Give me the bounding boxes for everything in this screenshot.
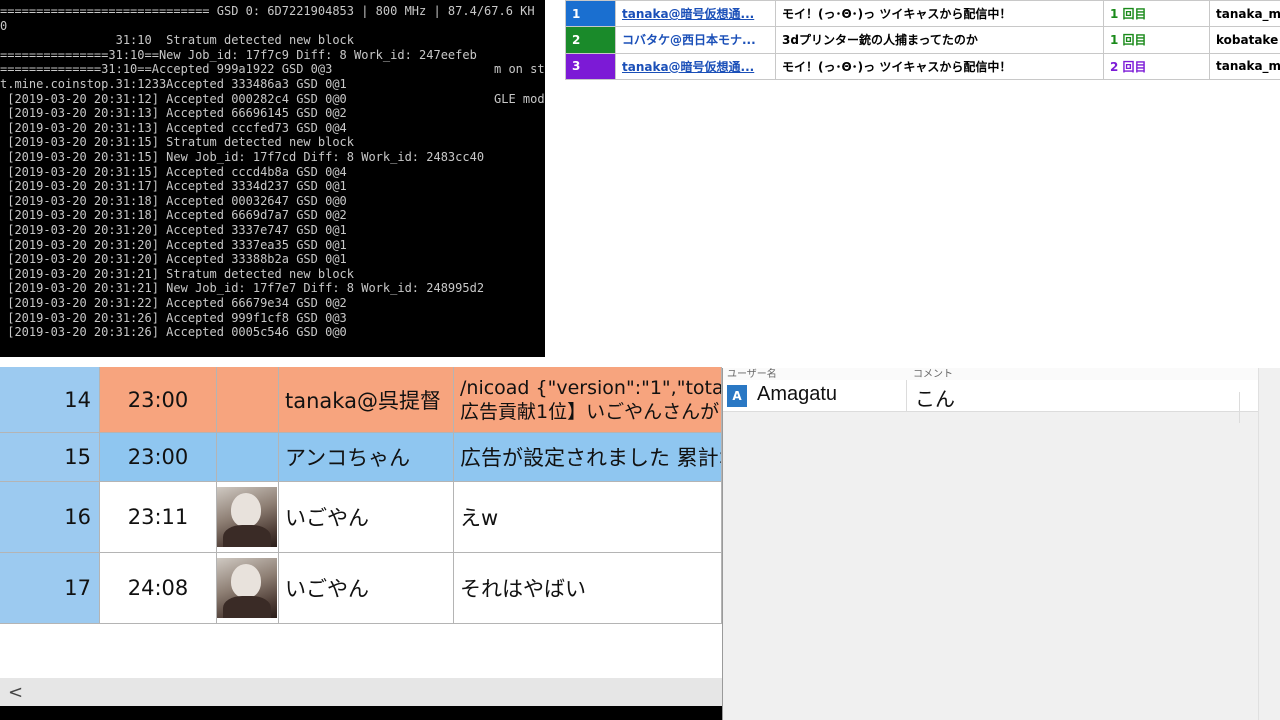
comment-time: 24:08	[100, 553, 217, 624]
comment-list-header	[0, 357, 722, 367]
console-line: [2019-03-20 20:31:22] Accepted 66679e34 …	[0, 296, 347, 310]
comment-user-name: tanaka@呉提督	[279, 367, 454, 433]
vertical-scrollbar[interactable]	[1258, 368, 1279, 720]
ranking-row[interactable]: 3 tanaka@暗号仮想通... モイ！(っ･Θ･)っ ツイキャスから配信中！ 2 …	[565, 52, 1280, 81]
rank-user-cell: tanaka@暗号仮想通...	[615, 52, 776, 81]
comment-text: 広告が設定されました 累計ポ	[454, 433, 722, 482]
rank-number: 2	[565, 26, 616, 54]
rank-user-cell: tanaka@暗号仮想通...	[615, 0, 776, 28]
comment-time: 23:00	[100, 433, 217, 482]
comment-row[interactable]: 16 23:11 いごやん えw	[0, 482, 722, 553]
console-line: [2019-03-20 20:31:15] Accepted cccd4b8a …	[0, 164, 347, 179]
scroll-left-icon[interactable]: <	[8, 682, 23, 703]
console-line: [2019-03-20 20:31:13] Accepted cccfed73 …	[0, 120, 347, 135]
comment-number: 16	[0, 482, 100, 553]
console-line: [2019-03-20 20:31:26] Accepted 999f1cf8 …	[0, 310, 347, 325]
console-line: [2019-03-20 20:31:20] Accepted 3337ea35 …	[0, 237, 347, 252]
user-badge-icon: A	[727, 385, 747, 407]
rank-user-link[interactable]: tanaka@暗号仮想通...	[622, 7, 754, 21]
comment-text: えw	[454, 482, 722, 553]
rank-user-name: コバタケ@西日本モナ...	[622, 33, 756, 48]
mining-console: ============================= GSD 0: 6D7…	[0, 0, 545, 357]
ranking-row[interactable]: 1 tanaka@暗号仮想通... モイ！(っ･Θ･)っ ツイキャスから配信中！ 1 …	[565, 0, 1280, 28]
console-line: ==============31:10==Accepted 999a1922 G…	[0, 62, 333, 77]
comment-row[interactable]: 15 23:00 アンコちゃん 広告が設定されました 累計ポ	[0, 433, 722, 482]
console-line: 31:10 Stratum detected new block	[0, 33, 355, 48]
comment-text: それはやばい	[454, 553, 722, 624]
ranking-background	[545, 80, 1280, 368]
column-divider	[906, 380, 907, 411]
comment-time: 23:00	[100, 367, 217, 433]
rank-broadcast-title: モイ！(っ･Θ･)っ ツイキャスから配信中！	[775, 52, 1104, 81]
ranking-row[interactable]: 2 コバタケ@西日本モナ... 3dプリンター銃の人捕まってたのか 1 回目 kobat…	[565, 26, 1280, 54]
console-line: [2019-03-20 20:31:20] Accepted 33388b2a …	[0, 252, 347, 267]
console-line: [2019-03-20 20:31:21] Stratum detected n…	[0, 266, 355, 281]
comment-user-icon-cell	[217, 433, 279, 482]
comment-time: 23:11	[100, 482, 217, 553]
comment-list: 14 23:00 tanaka@呉提督/nicoad {"version":"1",…	[0, 357, 722, 720]
bottom-bar	[0, 706, 722, 720]
horizontal-scrollbar[interactable]: <	[0, 678, 722, 706]
rank-visit-count: 2 回目	[1103, 52, 1210, 81]
console-line: [2019-03-20 20:31:13] Accepted 66696145 …	[0, 106, 347, 121]
avatar	[217, 558, 277, 618]
avatar	[217, 487, 277, 547]
console-overlay-text: GLE mod	[494, 91, 545, 106]
console-line: 0	[0, 18, 8, 33]
comment-number: 14	[0, 367, 100, 433]
column-divider	[1239, 392, 1240, 423]
panel-row[interactable]: A Amagatu こん	[723, 380, 1258, 423]
rank-user-id: tanaka_m	[1209, 0, 1280, 28]
comment-text-line: 広告貢献1位】いごやんさんが	[460, 400, 720, 423]
console-line: [2019-03-20 20:31:18] Accepted 6669d7a7 …	[0, 208, 347, 223]
console-line: ===============31:10==New Job_id: 17f7c9…	[0, 47, 477, 62]
comment-user-name: アンコちゃん	[279, 433, 454, 482]
rank-visit-count: 1 回目	[1103, 26, 1210, 54]
comment-user-name: いごやん	[279, 482, 454, 553]
panel-comment-text: こん	[915, 387, 955, 411]
panel-user-name: Amagatu	[757, 383, 838, 405]
rank-visit-count: 1 回目	[1103, 0, 1210, 28]
console-line: [2019-03-20 20:31:12] Accepted 000282c4 …	[0, 91, 347, 106]
comment-user-name: いごやん	[279, 553, 454, 624]
rank-number: 3	[565, 52, 616, 81]
comment-row[interactable]: 17 24:08 いごやん それはやばい	[0, 553, 722, 624]
console-overlay-text: m on st	[494, 62, 545, 77]
header-comment[interactable]: コメント	[913, 368, 953, 380]
console-line: ============================= GSD 0: 6D7…	[0, 4, 535, 18]
comment-text-line: /nicoad {"version":"1","total	[460, 376, 722, 399]
rank-broadcast-title: 3dプリンター銃の人捕まってたのか	[775, 26, 1104, 54]
comment-row[interactable]: 14 23:00 tanaka@呉提督/nicoad {"version":"1",…	[0, 367, 722, 433]
console-line: [2019-03-20 20:31:15] Stratum detected n…	[0, 135, 355, 150]
comment-text-cell: /nicoad {"version":"1","total 広告貢献1位】いごやん…	[454, 367, 722, 433]
comment-number: 17	[0, 553, 100, 624]
user-comment-panel: ユーザー名 コメント A Amagatu こん	[722, 368, 1280, 720]
console-line: [2019-03-20 20:31:26] Accepted 0005c546 …	[0, 325, 347, 340]
rank-user-link[interactable]: tanaka@暗号仮想通...	[622, 60, 754, 74]
comment-user-icon-cell	[217, 553, 279, 624]
header-user[interactable]: ユーザー名	[727, 368, 777, 380]
console-line: t.mine.coinstop.31:1233Accepted 333486a3…	[0, 77, 347, 91]
console-line: [2019-03-20 20:31:15] New Job_id: 17f7cd…	[0, 150, 485, 164]
comment-user-icon-cell	[217, 367, 279, 433]
rank-broadcast-title: モイ！(っ･Θ･)っ ツイキャスから配信中！	[775, 0, 1104, 28]
rank-user-id: kobatake	[1209, 26, 1280, 54]
console-line: [2019-03-20 20:31:17] Accepted 3334d237 …	[0, 179, 347, 194]
console-line: [2019-03-20 20:31:21] New Job_id: 17f7e7…	[0, 281, 485, 296]
rank-user-id: tanaka_m	[1209, 52, 1280, 81]
console-line: [2019-03-20 20:31:20] Accepted 3337e747 …	[0, 223, 347, 237]
rank-user-cell: コバタケ@西日本モナ...	[615, 26, 776, 54]
comment-number: 15	[0, 433, 100, 482]
rank-number: 1	[565, 0, 616, 28]
comment-user-icon-cell	[217, 482, 279, 553]
console-line: [2019-03-20 20:31:18] Accepted 00032647 …	[0, 193, 347, 208]
ranking-table: 1 tanaka@暗号仮想通... モイ！(っ･Θ･)っ ツイキャスから配信中！ 1 …	[565, 0, 1280, 81]
